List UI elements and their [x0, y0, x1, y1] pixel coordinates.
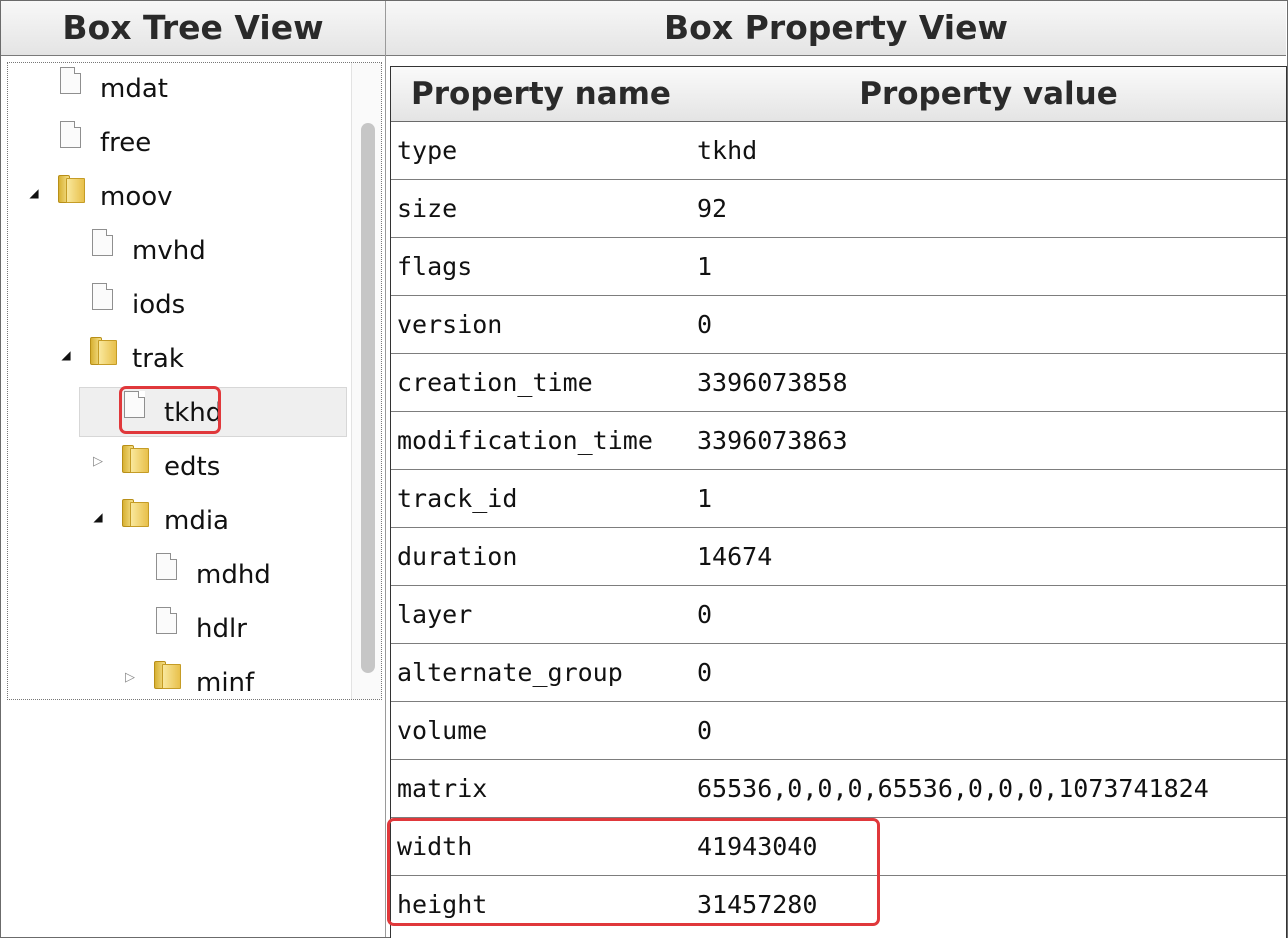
tree-scrollbar-thumb[interactable]	[361, 123, 375, 673]
property-row[interactable]: modification_time 3396073863	[391, 412, 1286, 470]
tree-node-label: free	[100, 128, 152, 158]
tree-node-free[interactable]: free	[8, 117, 381, 171]
file-icon	[60, 121, 81, 148]
tree-node-trak[interactable]: ◢ trak	[8, 333, 381, 387]
property-name: track_id	[397, 484, 518, 513]
tree-node-label: minf	[196, 668, 255, 698]
tree-node-mdhd[interactable]: mdhd	[8, 549, 381, 603]
property-table-header: Property name Property value	[391, 67, 1286, 122]
folder-icon	[90, 335, 118, 365]
tree-node-label: mvhd	[132, 236, 206, 266]
tree-node-label: mdhd	[196, 560, 271, 590]
box-tree[interactable]: mdat free ◢ moov mvhd iods ◢ trak tkhd ▷…	[7, 62, 382, 700]
property-value: 14674	[697, 542, 773, 571]
folder-icon	[122, 497, 150, 527]
folder-icon	[122, 443, 150, 473]
tree-node-moov[interactable]: ◢ moov	[8, 171, 381, 225]
property-value: 0	[697, 658, 713, 687]
property-row[interactable]: alternate_group 0	[391, 644, 1286, 702]
property-value: 0	[697, 716, 713, 745]
tree-node-minf[interactable]: ▷ minf	[8, 657, 381, 699]
property-value: 1	[697, 484, 713, 513]
expanded-triangle-icon[interactable]: ◢	[59, 348, 73, 362]
property-row[interactable]: track_id 1	[391, 470, 1286, 528]
tree-node-label: trak	[132, 344, 184, 374]
property-table[interactable]: Property name Property value type tkhd si…	[390, 66, 1287, 938]
property-row[interactable]: matrix 65536,0,0,0,65536,0,0,0,1073741824	[391, 760, 1286, 818]
tree-node-label: moov	[100, 182, 173, 212]
property-value: 92	[697, 194, 728, 223]
property-row[interactable]: type tkhd	[391, 122, 1286, 180]
property-name: type	[397, 136, 458, 165]
property-row[interactable]: volume 0	[391, 702, 1286, 760]
tree-node-mdat[interactable]: mdat	[8, 63, 381, 117]
tree-node-mdia[interactable]: ◢ mdia	[8, 495, 381, 549]
file-icon	[156, 607, 177, 634]
file-icon	[92, 229, 113, 256]
tree-node-label: mdat	[100, 74, 168, 104]
property-name: volume	[397, 716, 488, 745]
folder-icon	[58, 173, 86, 203]
property-value: 3396073858	[697, 368, 848, 397]
property-value: 65536,0,0,0,65536,0,0,0,1073741824	[697, 774, 1209, 803]
header-row: Box Tree View Box Property View	[1, 1, 1286, 56]
property-name: size	[397, 194, 458, 223]
property-value: 3396073863	[697, 426, 848, 455]
file-icon	[60, 67, 81, 94]
property-row[interactable]: duration 14674	[391, 528, 1286, 586]
file-icon	[92, 283, 113, 310]
property-name: duration	[397, 542, 518, 571]
tkhd-highlight-box	[119, 386, 221, 434]
column-header-property-value[interactable]: Property value	[691, 67, 1286, 121]
width-height-highlight-box	[387, 818, 880, 926]
folder-icon	[154, 659, 182, 689]
property-name: layer	[397, 600, 473, 629]
tree-scrollbar[interactable]	[351, 63, 381, 699]
tree-node-iods[interactable]: iods	[8, 279, 381, 333]
property-value: tkhd	[697, 136, 758, 165]
property-row[interactable]: flags 1	[391, 238, 1286, 296]
pane-divider[interactable]	[385, 55, 386, 937]
tree-node-edts[interactable]: ▷ edts	[8, 441, 381, 495]
tree-node-hdlr[interactable]: hdlr	[8, 603, 381, 657]
property-name: alternate_group	[397, 658, 623, 687]
file-icon	[156, 553, 177, 580]
property-row[interactable]: creation_time 3396073858	[391, 354, 1286, 412]
tree-node-mvhd[interactable]: mvhd	[8, 225, 381, 279]
property-name: flags	[397, 252, 473, 281]
expanded-triangle-icon[interactable]: ◢	[91, 510, 105, 524]
property-name: matrix	[397, 774, 488, 803]
collapsed-triangle-icon[interactable]: ▷	[123, 671, 137, 685]
property-value: 0	[697, 310, 713, 339]
tree-node-label: mdia	[164, 506, 229, 536]
property-name: creation_time	[397, 368, 593, 397]
expanded-triangle-icon[interactable]: ◢	[27, 186, 41, 200]
tree-node-label: hdlr	[196, 614, 247, 644]
property-name: modification_time	[397, 426, 653, 455]
property-value: 1	[697, 252, 713, 281]
tree-node-label: iods	[132, 290, 186, 320]
property-name: version	[397, 310, 503, 339]
property-row[interactable]: version 0	[391, 296, 1286, 354]
column-header-property-name[interactable]: Property name	[391, 67, 691, 121]
property-value: 0	[697, 600, 713, 629]
collapsed-triangle-icon[interactable]: ▷	[91, 455, 105, 469]
property-row[interactable]: size 92	[391, 180, 1286, 238]
property-view-title: Box Property View	[664, 8, 1008, 47]
tree-node-label: edts	[164, 452, 221, 482]
tree-view-title: Box Tree View	[1, 1, 386, 55]
property-row[interactable]: layer 0	[391, 586, 1286, 644]
